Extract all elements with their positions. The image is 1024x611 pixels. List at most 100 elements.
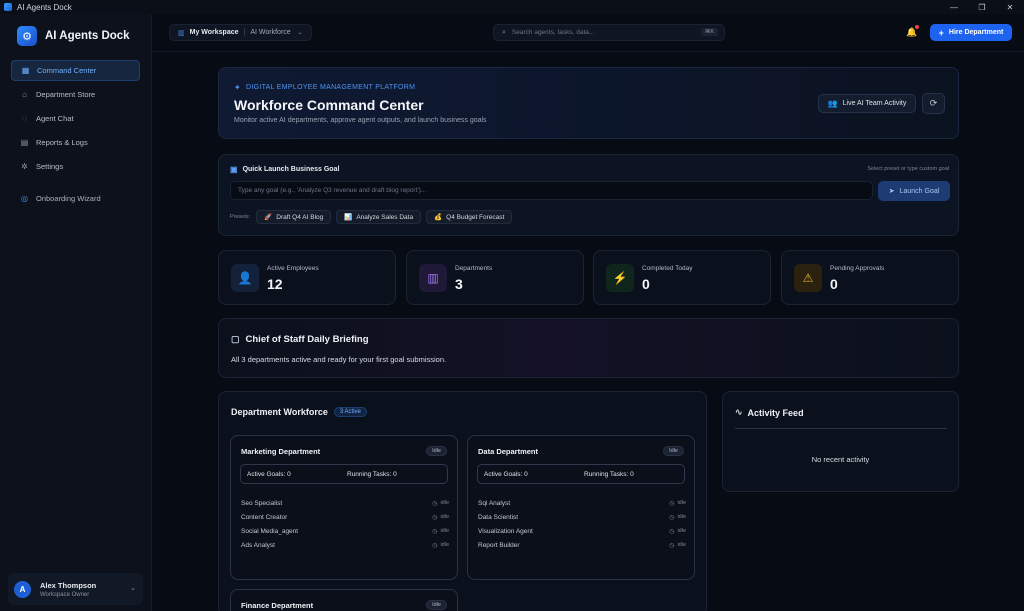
- stat-value: 3: [455, 276, 463, 292]
- agent-row[interactable]: Content Creator ◷ idle: [241, 510, 449, 524]
- department-card-data[interactable]: Data Department Idle Active Goals: 0 Run…: [467, 435, 695, 580]
- status-badge: Idle: [426, 600, 447, 610]
- agent-row[interactable]: Social Media_agent ◷ idle: [241, 524, 449, 538]
- agent-status: ◷ idle: [432, 514, 449, 521]
- user-name: Alex Thompson: [40, 580, 97, 590]
- agent-status: ◷ idle: [669, 528, 686, 535]
- chat-icon: ◌: [22, 114, 27, 123]
- stat-value: 0: [830, 276, 838, 292]
- active-count-badge: 3 Active: [333, 407, 367, 417]
- plus-icon: +: [938, 27, 944, 38]
- stat-card-departments: ▥ Departments 3: [406, 250, 584, 305]
- agent-status: ◷ idle: [432, 542, 449, 549]
- window-title: AI Agents Dock: [17, 2, 72, 12]
- sidebar-item-agent-chat[interactable]: ◌ Agent Chat: [11, 108, 140, 129]
- minimize-button[interactable]: —: [940, 0, 968, 14]
- sidebar-item-label: Reports & Logs: [36, 138, 88, 147]
- chevron-down-icon: ⌄: [130, 585, 136, 592]
- agent-row[interactable]: Data Scientist ◷ idle: [478, 510, 686, 524]
- status-badge: Idle: [426, 446, 447, 456]
- store-icon: ⌂: [22, 90, 27, 99]
- agent-name: Visualization Agent: [478, 527, 533, 535]
- clock-icon: ◷: [432, 500, 438, 507]
- grid-icon: ▦: [21, 66, 30, 75]
- stat-label: Departments: [455, 265, 493, 272]
- sidebar: ⚙ AI Agents Dock ▦ Command Center ⌂ Depa…: [0, 14, 152, 611]
- window-titlebar: AI Agents Dock — ❐ ✕: [0, 0, 1024, 14]
- preset-chip[interactable]: 🚀 Draft Q4 AI Blog: [256, 210, 332, 224]
- status-badge: Idle: [663, 446, 684, 456]
- chart-icon: 📊: [344, 214, 353, 221]
- agent-row[interactable]: Seo Specialist ◷ idle: [241, 496, 449, 510]
- search-input[interactable]: [511, 29, 682, 36]
- workspace-name: My Workspace: [189, 29, 239, 36]
- brand[interactable]: ⚙ AI Agents Dock: [0, 14, 151, 58]
- hero-banner: ✦ DIGITAL EMPLOYEE MANAGEMENT PLATFORM W…: [218, 67, 959, 139]
- preset-chip[interactable]: 📊 Analyze Sales Data: [336, 210, 422, 224]
- stat-value: 12: [267, 276, 283, 292]
- agent-status: ◷ idle: [669, 514, 686, 521]
- activity-title: ∿ Activity Feed: [735, 407, 804, 418]
- agent-name: Report Builder: [478, 541, 520, 549]
- agent-status: ◷ idle: [432, 500, 449, 507]
- search-bar[interactable]: ⌕ ⌘K: [493, 24, 725, 41]
- rocket-icon: 🚀: [264, 214, 273, 221]
- sidebar-item-reports-logs[interactable]: ▤ Reports & Logs: [11, 132, 140, 153]
- activity-feed: ∿ Activity Feed No recent activity: [722, 391, 959, 492]
- sidebar-item-command-center[interactable]: ▦ Command Center: [11, 60, 140, 81]
- agent-name: Content Creator: [241, 513, 288, 521]
- bolt-icon: ⚡: [606, 264, 634, 292]
- refresh-button[interactable]: ⟳: [922, 93, 945, 114]
- agent-status: ◷ idle: [432, 528, 449, 535]
- sidebar-item-onboarding-wizard[interactable]: ◎ Onboarding Wizard: [11, 188, 140, 209]
- maximize-button[interactable]: ❐: [968, 0, 996, 14]
- agent-row[interactable]: Sql Analyst ◷ idle: [478, 496, 686, 510]
- agent-status: ◷ idle: [669, 500, 686, 507]
- quick-launch-hint: Select preset or type custom goal: [867, 166, 949, 172]
- sidebar-item-department-store[interactable]: ⌂ Department Store: [11, 84, 140, 105]
- user-menu[interactable]: A Alex Thompson Workspace Owner ⌄: [8, 573, 143, 605]
- clock-icon: ◷: [432, 528, 438, 535]
- refresh-icon: ⟳: [929, 98, 938, 108]
- department-name: Finance Department: [241, 601, 314, 610]
- users-icon: 👤: [231, 264, 259, 292]
- building-icon: ▥: [178, 29, 185, 37]
- agent-row[interactable]: Visualization Agent ◷ idle: [478, 524, 686, 538]
- brand-name: AI Agents Dock: [45, 30, 130, 42]
- launch-goal-button[interactable]: ➤ Launch Goal: [878, 181, 950, 201]
- sidebar-item-settings[interactable]: ✲ Settings: [11, 156, 140, 177]
- file-icon: ▤: [20, 138, 29, 147]
- warning-icon: ⚠: [794, 264, 822, 292]
- money-bag-icon: 💰: [434, 214, 443, 221]
- sparkle-icon: ✦: [234, 83, 242, 92]
- department-card-marketing[interactable]: Marketing Department Idle Active Goals: …: [230, 435, 458, 580]
- stat-card-active-employees: 👤 Active Employees 12: [218, 250, 396, 305]
- agent-row[interactable]: Ads Analyst ◷ idle: [241, 538, 449, 552]
- department-stats: Active Goals: 0 Running Tasks: 0: [240, 464, 448, 484]
- active-goals: Active Goals: 0: [484, 470, 528, 478]
- clock-icon: ◷: [669, 528, 675, 535]
- stat-label: Active Employees: [267, 265, 319, 272]
- robot-logo-icon: ⚙: [17, 26, 37, 46]
- department-card-finance[interactable]: Finance Department Idle: [230, 589, 458, 611]
- notifications-button[interactable]: 🔔: [906, 25, 919, 38]
- preset-chip[interactable]: 💰 Q4 Budget Forecast: [426, 210, 513, 224]
- hire-department-button[interactable]: + Hire Department: [930, 24, 1012, 41]
- department-stats: Active Goals: 0 Running Tasks: 0: [477, 464, 685, 484]
- sidebar-nav: ▦ Command Center ⌂ Department Store ◌ Ag…: [0, 58, 151, 214]
- goal-input-wrapper[interactable]: [230, 181, 873, 200]
- clock-icon: ◷: [432, 514, 438, 521]
- agent-list: Sql Analyst ◷ idle Data Scientist ◷ idle V…: [478, 496, 686, 552]
- gear-icon: ✲: [21, 162, 28, 171]
- live-team-activity-button[interactable]: 👥 Live AI Team Activity: [818, 94, 916, 113]
- stat-value: 0: [642, 276, 650, 292]
- workspace-switcher[interactable]: ▥ My Workspace | AI Workforce ⌄: [169, 24, 312, 41]
- chevron-down-icon: ⌄: [297, 30, 303, 36]
- agent-name: Social Media_agent: [241, 527, 299, 535]
- goal-input[interactable]: [238, 187, 858, 194]
- department-name: Marketing Department: [241, 447, 321, 456]
- close-button[interactable]: ✕: [996, 0, 1024, 14]
- divider: [735, 428, 947, 429]
- clock-icon: ◷: [669, 500, 675, 507]
- agent-row[interactable]: Report Builder ◷ idle: [478, 538, 686, 552]
